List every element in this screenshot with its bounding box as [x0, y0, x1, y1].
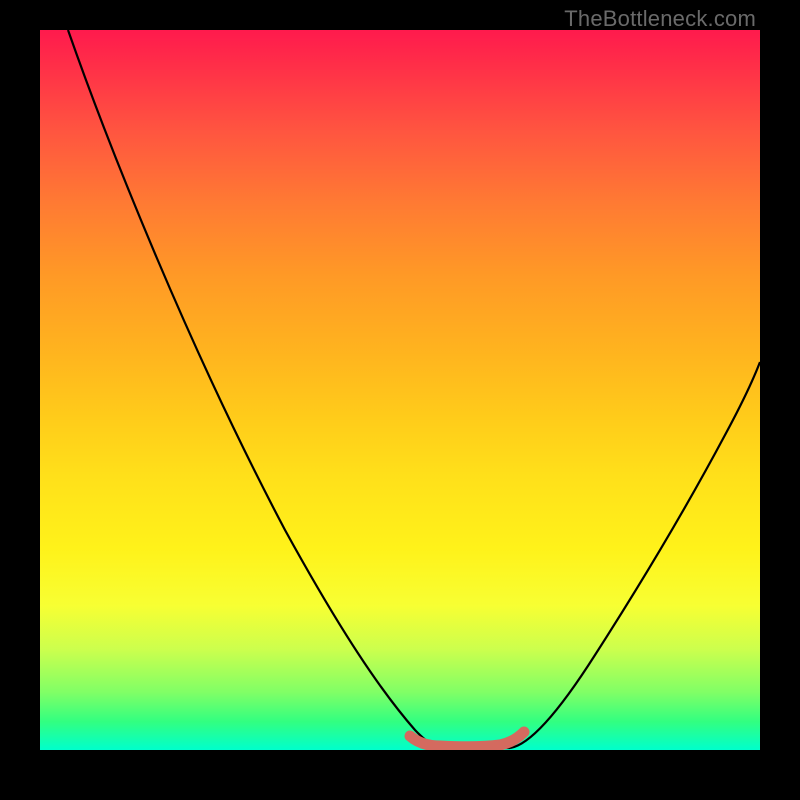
chart-frame: TheBottleneck.com	[0, 0, 800, 800]
curve-right-branch	[510, 362, 760, 748]
valley-highlight	[410, 732, 524, 747]
watermark-text: TheBottleneck.com	[564, 6, 756, 32]
chart-svg	[40, 30, 760, 750]
curve-left-branch	[68, 30, 445, 748]
plot-area	[40, 30, 760, 750]
